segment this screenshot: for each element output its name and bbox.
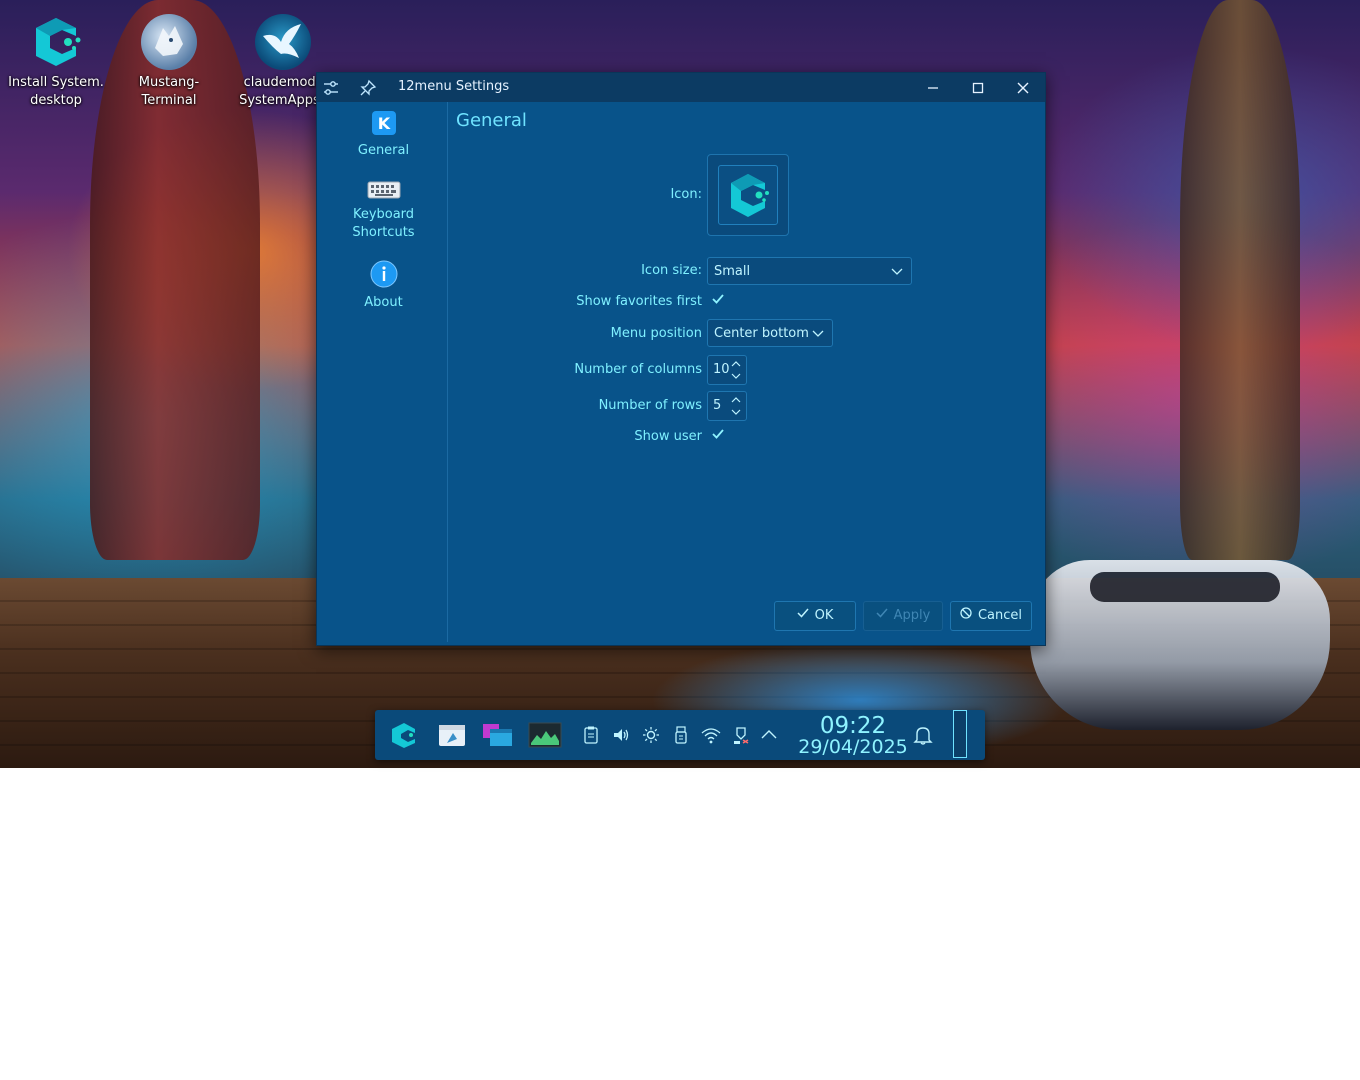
taskbar-panel: 09:22 29/04/2025 [375, 710, 985, 760]
rows-label: Number of rows [598, 398, 702, 413]
checkmark-icon [712, 429, 724, 439]
spin-up-down-icon [731, 397, 741, 415]
window-client-area: K General Keyboard Shortcuts About Gener… [320, 102, 1042, 642]
maximize-icon [972, 82, 984, 94]
close-button[interactable] [1012, 77, 1034, 99]
volume-icon[interactable] [611, 725, 631, 745]
settings-sliders-icon[interactable] [322, 79, 340, 97]
show-desktop-button[interactable] [953, 710, 967, 758]
window-titlebar[interactable]: 12menu Settings [317, 73, 1045, 102]
cancel-icon [960, 602, 972, 630]
eagle-icon [255, 14, 311, 70]
system-monitor-button[interactable] [528, 721, 562, 749]
checkmark-icon [797, 602, 809, 630]
sidebar-item-about[interactable]: About [320, 260, 447, 312]
sidebar-item-keyboard-shortcuts[interactable]: Keyboard Shortcuts [320, 180, 447, 242]
settings-sidebar: K General Keyboard Shortcuts About [320, 102, 448, 642]
show-user-label: Show user [634, 429, 702, 444]
usb-device-icon[interactable] [671, 725, 691, 745]
checkmark-icon [876, 602, 888, 630]
desktop-icon-install-system[interactable]: Install System. desktop [1, 4, 111, 110]
columns-label: Number of columns [574, 362, 702, 377]
apply-button[interactable]: Apply [863, 601, 943, 631]
system-monitor-icon [528, 722, 562, 748]
desktop-icon-label: Install System. [8, 75, 104, 90]
app-launcher-icon [392, 723, 415, 748]
tray-expand-icon[interactable] [759, 725, 779, 745]
spin-up-down-icon [731, 361, 741, 379]
info-icon [370, 260, 398, 288]
sidebar-item-label: Shortcuts [352, 225, 415, 240]
pin-icon[interactable] [359, 79, 377, 97]
show-favorites-checkbox[interactable] [711, 292, 725, 310]
sidebar-item-label: Keyboard [352, 207, 415, 222]
apply-label: Apply [893, 608, 931, 623]
brightness-icon[interactable] [641, 725, 661, 745]
file-manager-icon [439, 725, 465, 746]
window-title: 12menu Settings [398, 79, 510, 94]
svg-text:K: K [377, 114, 390, 133]
window-switcher-button[interactable] [482, 721, 512, 749]
sidebar-item-general[interactable]: K General [320, 110, 447, 160]
icon-size-label: Icon size: [641, 263, 702, 278]
ok-label: OK [814, 608, 834, 623]
wifi-icon[interactable] [701, 725, 721, 745]
selected-icon-preview [718, 165, 778, 225]
menu-position-value: Center bottom [714, 326, 809, 341]
columns-spinbox[interactable]: 10 [707, 355, 747, 385]
sidebar-item-label: General [357, 143, 410, 158]
icon-size-value: Small [714, 264, 751, 279]
wallpaper-tree-right [1180, 0, 1300, 560]
app-logo-icon [28, 14, 84, 70]
show-user-checkbox[interactable] [711, 427, 725, 445]
page-title: General [456, 110, 527, 131]
menu-position-label: Menu position [610, 326, 702, 341]
spin-arrows[interactable] [730, 358, 742, 386]
cancel-button[interactable]: Cancel [950, 601, 1032, 631]
icon-size-select[interactable]: Small [707, 257, 912, 285]
general-settings-page: General Icon: Icon size: Small Show favo… [448, 102, 1042, 642]
maximize-button[interactable] [967, 77, 989, 99]
window-switcher-icon [483, 724, 512, 746]
minimize-button[interactable] [922, 77, 944, 99]
close-icon [1017, 82, 1029, 94]
chevron-down-icon [812, 320, 824, 359]
chevron-down-icon [891, 258, 903, 297]
icon-label: Icon: [670, 187, 702, 202]
desktop-icon-label: Terminal [141, 93, 197, 108]
keyboard-icon [367, 180, 401, 200]
checkmark-icon [712, 294, 724, 304]
rows-value: 5 [713, 398, 722, 413]
desktop-icon-label: desktop [30, 93, 82, 108]
desktop-icon-mustang-terminal[interactable]: Mustang- Terminal [114, 4, 224, 110]
kde-logo-icon: K [371, 110, 397, 136]
desktop-icon-label: Mustang- [138, 75, 200, 90]
spin-arrows[interactable] [730, 394, 742, 422]
rows-spinbox[interactable]: 5 [707, 391, 747, 421]
app-logo-icon [731, 174, 769, 217]
cancel-label: Cancel [977, 608, 1023, 623]
wolf-icon [141, 14, 197, 70]
settings-window: 12menu Settings K General Keyboard Short… [316, 72, 1046, 646]
columns-value: 10 [713, 362, 730, 377]
file-manager-button[interactable] [437, 721, 467, 749]
sidebar-item-label: About [364, 295, 403, 310]
minimize-icon [928, 87, 938, 89]
app-launcher-button[interactable] [389, 721, 419, 749]
clipboard-icon[interactable] [581, 725, 601, 745]
wallpaper-controller [1030, 560, 1330, 730]
ok-button[interactable]: OK [774, 601, 856, 631]
icon-picker-button[interactable] [707, 154, 789, 236]
update-notifier-icon[interactable] [731, 725, 751, 745]
clock-date[interactable]: 29/04/2025 [787, 736, 919, 758]
menu-position-select[interactable]: Center bottom [707, 319, 833, 347]
show-favorites-label: Show favorites first [576, 294, 702, 309]
notifications-bell-icon[interactable] [912, 724, 934, 746]
